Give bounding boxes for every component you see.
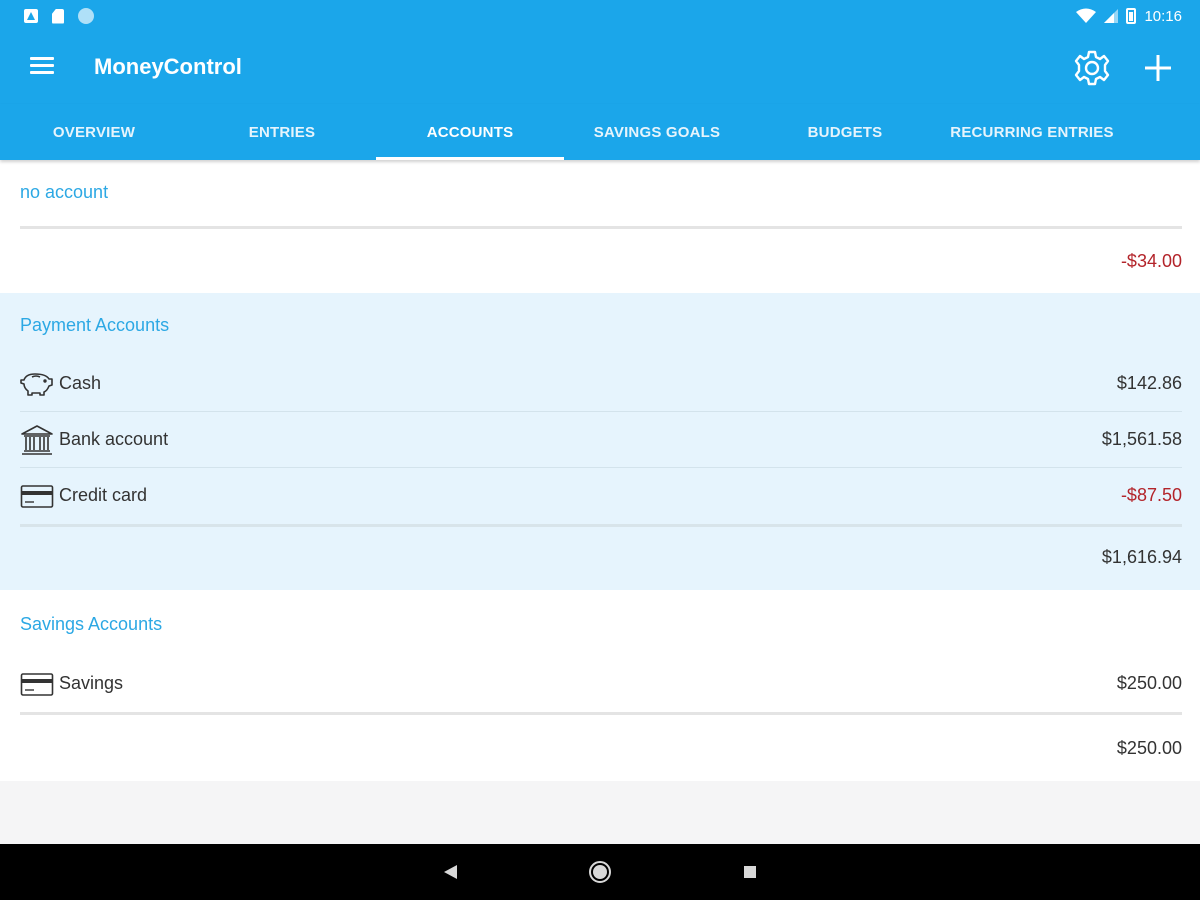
- tab-accounts[interactable]: ACCOUNTS: [376, 104, 564, 160]
- app-bar: MoneyControl: [0, 32, 1200, 104]
- status-notifications: [24, 8, 94, 24]
- status-system: 10:16: [1076, 8, 1182, 25]
- tab-bar: OVERVIEW ENTRIES ACCOUNTS SAVINGS GOALS …: [0, 104, 1200, 160]
- bank-icon: [21, 425, 53, 455]
- account-row-bank-account[interactable]: Bank account $1,561.58: [0, 412, 1200, 468]
- tab-recurring-entries[interactable]: RECURRING ENTRIES: [939, 104, 1125, 160]
- payment-accounts-total: $1,616.94: [1101, 547, 1182, 567]
- savings-accounts-section: Savings Accounts Savings $250.00 $250.00: [0, 590, 1200, 781]
- account-label: Savings: [59, 673, 124, 693]
- savings-card-icon: [20, 673, 54, 696]
- savings-accounts-total: $250.00: [1116, 738, 1182, 758]
- account-label: Credit card: [59, 485, 148, 505]
- accounts-list: no account -$34.00 Payment Accounts Cash…: [0, 160, 1200, 844]
- divider: [20, 712, 1182, 715]
- back-icon[interactable]: [436, 858, 464, 886]
- circle-icon: [78, 8, 94, 24]
- section-title-no-account: no account: [20, 182, 109, 202]
- account-amount: $142.86: [1116, 373, 1182, 393]
- sd-card-icon: [52, 8, 64, 24]
- tab-savings-goals[interactable]: SAVINGS GOALS: [563, 104, 751, 160]
- home-icon[interactable]: [586, 858, 614, 886]
- status-time: 10:16: [1144, 7, 1182, 25]
- section-title-payment-accounts: Payment Accounts: [20, 315, 170, 335]
- tab-overview[interactable]: OVERVIEW: [0, 104, 188, 160]
- battery-icon: [1126, 8, 1137, 24]
- piggy-bank-icon: [20, 373, 53, 396]
- no-account-total: -$34.00: [1120, 251, 1182, 271]
- app-title: MoneyControl: [94, 54, 242, 79]
- account-row-credit-card[interactable]: Credit card -$87.50: [0, 468, 1200, 524]
- account-row-cash[interactable]: Cash $142.86: [0, 356, 1200, 412]
- navigation-bar: [0, 844, 1200, 900]
- credit-card-icon: [20, 485, 54, 508]
- section-title-savings-accounts: Savings Accounts: [20, 614, 163, 634]
- account-amount: $1,561.58: [1101, 429, 1182, 449]
- account-label: Bank account: [59, 429, 169, 449]
- payment-accounts-section: Payment Accounts Cash $142.86 Bank accou…: [0, 293, 1200, 590]
- signal-icon: [1104, 9, 1119, 23]
- menu-icon[interactable]: [28, 54, 56, 82]
- settings-icon[interactable]: [1072, 48, 1112, 88]
- divider: [20, 524, 1182, 527]
- account-label: Cash: [59, 373, 102, 393]
- recents-icon[interactable]: [736, 858, 764, 886]
- tab-entries[interactable]: ENTRIES: [188, 104, 376, 160]
- account-amount: -$87.50: [1120, 485, 1182, 505]
- divider: [20, 226, 1182, 229]
- no-account-section: no account -$34.00: [0, 160, 1200, 293]
- account-amount: $250.00: [1116, 673, 1182, 693]
- account-row-savings[interactable]: Savings $250.00: [0, 656, 1200, 712]
- add-icon[interactable]: [1138, 48, 1178, 88]
- tab-budgets[interactable]: BUDGETS: [751, 104, 939, 160]
- status-bar: 10:16: [0, 0, 1200, 32]
- wifi-icon: [1076, 8, 1097, 23]
- notification-a-icon: [24, 9, 38, 23]
